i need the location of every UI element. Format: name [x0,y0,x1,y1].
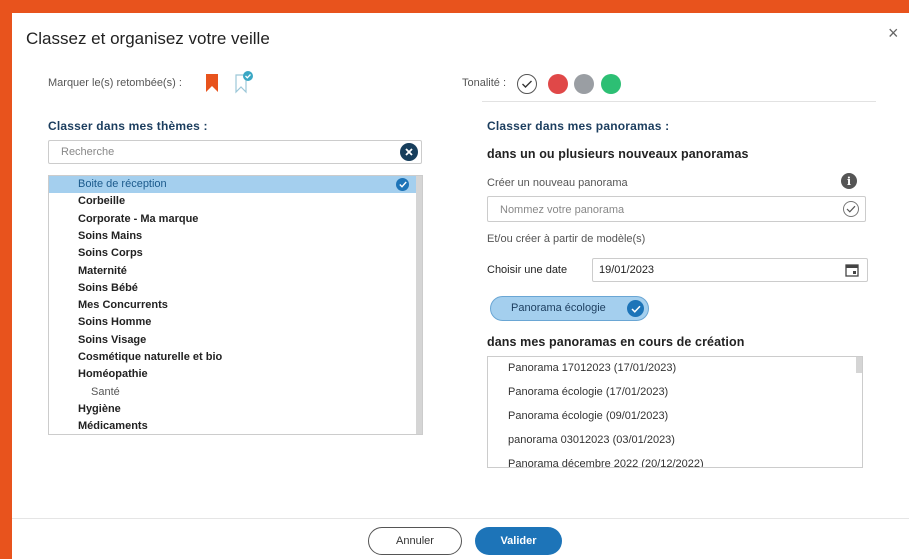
themes-section-title: Classer dans mes thèmes : [48,119,208,133]
theme-list[interactable]: Médicaments Hygiène Santé Homéopathie Cosmét… [48,175,423,435]
panorama-chip-label: Panorama écologie [511,302,606,314]
theme-item-label: Maternité [78,264,127,277]
panorama-list-scrollbar[interactable] [856,357,862,373]
tonality-positive-dot[interactable] [601,74,621,94]
panorama-list-item[interactable]: Panorama décembre 2022 (20/12/2022) [508,458,704,467]
theme-item-label: Soins Mains [78,229,143,242]
theme-item[interactable]: Boite de réception [49,176,417,193]
theme-item-label: Hygiène [78,402,121,415]
theme-item-label: Soins Corps [78,247,143,260]
theme-item[interactable]: Médicaments [49,418,417,434]
date-input[interactable]: 19/01/2023 [592,258,868,282]
theme-item[interactable]: Mes Concurrents [49,297,417,314]
existing-panoramas-list[interactable]: Panorama 17012023 (17/01/2023) Panorama é… [487,356,863,468]
chip-check-icon[interactable] [627,300,644,317]
tonality-none-check-icon[interactable] [517,74,537,94]
date-value: 19/01/2023 [599,264,655,276]
theme-search-input[interactable]: Recherche [48,140,422,164]
theme-item-label: Soins Homme [78,316,152,329]
panorama-list-item[interactable]: Panorama écologie (17/01/2023) [508,386,668,398]
theme-item[interactable]: Corporate - Ma marque [49,211,417,228]
theme-item-label: Cosmétique naturelle et bio [78,351,223,363]
theme-item-label: Corporate - Ma marque [78,212,199,225]
cancel-button[interactable]: Annuler [368,527,462,555]
dialog-title: Classez et organisez votre veille [26,29,270,48]
tonality-neutral-dot[interactable] [574,74,594,94]
panorama-chip[interactable]: Panorama écologie [490,296,649,321]
theme-item-label: Soins Visage [78,333,147,346]
theme-item[interactable]: Soins Mains [49,228,417,245]
panorama-list-item[interactable]: panorama 03012023 (03/01/2023) [508,434,675,446]
footer-divider [12,518,909,519]
theme-item-label: Homéopathie [78,368,148,381]
theme-item-label: Mes Concurrents [78,299,168,312]
panorama-list-item[interactable]: Panorama écologie (09/01/2023) [508,410,668,422]
validate-button[interactable]: Valider [475,527,562,555]
theme-item[interactable]: Cosmétique naturelle et bio [49,349,417,366]
panorama-name-placeholder: Nommez votre panorama [500,204,625,216]
theme-item-label: Soins Bébé [78,281,138,294]
panoramas-section-title: Classer dans mes panoramas : [487,119,670,133]
calendar-icon[interactable] [845,263,859,277]
theme-search-placeholder: Recherche [61,146,115,158]
clear-search-icon[interactable] [400,143,418,161]
close-icon[interactable]: × [888,23,899,44]
panorama-name-input[interactable]: Nommez votre panorama [487,196,866,222]
date-label: Choisir une date [487,264,568,276]
theme-item-label: Boite de réception [78,178,167,190]
theme-item[interactable]: Corbeille [49,193,417,210]
theme-item[interactable]: Soins Bébé [49,280,417,297]
confirm-check-icon[interactable] [843,201,859,217]
theme-item[interactable]: Soins Corps [49,245,417,262]
tonality-label: Tonalité : [462,77,507,89]
selected-check-icon [396,178,409,191]
info-icon[interactable]: i [841,173,857,189]
tonality-negative-dot[interactable] [548,74,568,94]
mark-label: Marquer le(s) retombée(s) : [48,77,182,89]
classify-dialog: Classez et organisez votre veille × Marq… [12,13,909,559]
bookmark-filled-icon[interactable] [205,73,219,93]
template-label: Et/ou créer à partir de modèle(s) [487,233,646,245]
theme-item[interactable]: Soins Visage [49,332,417,349]
theme-item[interactable]: Soins Homme [49,314,417,331]
theme-item[interactable]: Santé [49,384,417,401]
new-panoramas-title: dans un ou plusieurs nouveaux panoramas [487,147,749,161]
theme-item-label: Santé [91,385,120,398]
divider [482,101,876,102]
theme-item[interactable]: Maternité [49,263,417,280]
create-panorama-label: Créer un nouveau panorama [487,177,628,189]
theme-item-label: Médicaments [78,420,148,433]
existing-panoramas-title: dans mes panoramas en cours de création [487,335,745,349]
bookmark-check-icon[interactable] [234,70,254,94]
panorama-list-item[interactable]: Panorama 17012023 (17/01/2023) [508,362,676,374]
theme-item[interactable]: Homéopathie [49,366,417,383]
theme-item[interactable]: Hygiène [49,401,417,418]
theme-list-scrollbar[interactable] [416,176,422,434]
theme-item-label: Corbeille [78,195,126,208]
